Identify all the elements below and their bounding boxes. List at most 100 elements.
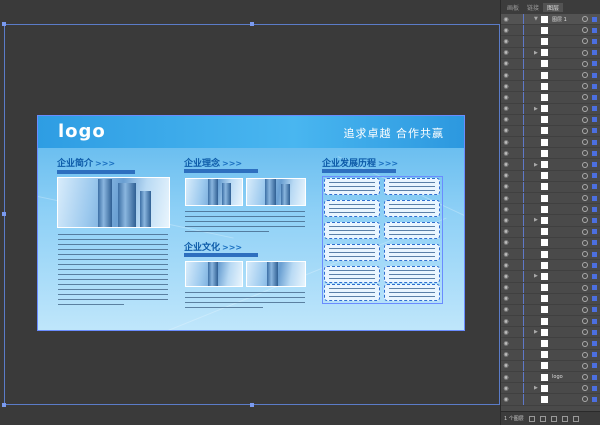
selection-indicator[interactable] (592, 251, 597, 257)
layer-row[interactable]: ◉ (501, 137, 600, 149)
philosophy-photo-right[interactable] (246, 178, 306, 206)
visibility-eye-icon[interactable]: ◉ (501, 217, 511, 224)
selection-indicator[interactable] (592, 72, 597, 78)
new-sublayer-icon[interactable] (550, 415, 557, 422)
canvas-area[interactable]: logo 追求卓越 合作共赢 企业简介 >>> 企业理念 >>> 企业文化 >>… (0, 0, 500, 425)
selection-bounding-box[interactable] (322, 176, 443, 304)
target-circle-icon[interactable] (582, 38, 588, 45)
visibility-eye-icon[interactable]: ◉ (501, 262, 511, 269)
target-circle-icon[interactable] (582, 374, 588, 381)
layer-row[interactable]: ◉ ▶ (501, 215, 600, 227)
selection-indicator[interactable] (592, 61, 597, 67)
selection-indicator[interactable] (592, 240, 597, 246)
expand-toggle-icon[interactable]: ▶ (534, 106, 538, 112)
target-circle-icon[interactable] (582, 385, 588, 392)
selection-indicator[interactable] (592, 396, 597, 402)
visibility-eye-icon[interactable]: ◉ (501, 139, 511, 146)
selection-handle[interactable] (250, 403, 254, 407)
target-circle-icon[interactable] (582, 396, 588, 403)
layer-row[interactable]: ◉ (501, 114, 600, 126)
tab-layers[interactable]: 图层 (543, 2, 564, 12)
target-circle-icon[interactable] (582, 362, 588, 369)
selection-indicator[interactable] (592, 329, 597, 335)
expand-toggle-icon[interactable]: ▶ (534, 162, 538, 168)
target-circle-icon[interactable] (582, 116, 588, 123)
tab-links[interactable]: 链接 (523, 3, 543, 12)
visibility-eye-icon[interactable]: ◉ (501, 228, 511, 235)
layer-row[interactable]: ◉ (501, 125, 600, 138)
selection-indicator[interactable] (592, 27, 597, 33)
layer-row[interactable]: ◉ ▶ (501, 271, 600, 283)
target-circle-icon[interactable] (582, 351, 588, 358)
target-circle-icon[interactable] (582, 228, 588, 235)
target-circle-icon[interactable] (582, 83, 588, 90)
selection-handle[interactable] (2, 212, 6, 216)
selection-indicator[interactable] (592, 341, 597, 347)
layer-row[interactable]: ◉ (501, 293, 600, 305)
selection-indicator[interactable] (592, 285, 597, 291)
tab-artboards[interactable]: 画板 (503, 3, 523, 12)
expand-toggle-icon[interactable]: ▶ (534, 50, 538, 56)
layer-row[interactable]: ◉ ▶ (501, 103, 600, 115)
selection-indicator[interactable] (592, 139, 597, 145)
layer-row[interactable]: ◉ (501, 181, 600, 193)
section-title-history[interactable]: 企业发展历程 >>> (322, 156, 398, 169)
culture-photo-left[interactable] (185, 261, 243, 287)
layer-row[interactable]: ◉ (501, 349, 600, 361)
layer-row[interactable]: ◉ ▶ (501, 327, 600, 339)
section-title-intro[interactable]: 企业简介 >>> (57, 156, 115, 169)
layer-row[interactable]: ◉ (501, 226, 600, 238)
selection-indicator[interactable] (592, 318, 597, 324)
selection-handle[interactable] (2, 403, 6, 407)
target-circle-icon[interactable] (582, 306, 588, 313)
philosophy-text-block[interactable] (185, 211, 305, 237)
selection-indicator[interactable] (592, 352, 597, 358)
visibility-eye-icon[interactable]: ◉ (501, 206, 511, 213)
brochure-artwork[interactable]: logo 追求卓越 合作共赢 企业简介 >>> 企业理念 >>> 企业文化 >>… (37, 115, 465, 331)
new-layer-icon[interactable] (561, 415, 568, 422)
selection-indicator[interactable] (592, 50, 597, 56)
visibility-eye-icon[interactable]: ◉ (501, 306, 511, 313)
selection-indicator[interactable] (592, 262, 597, 268)
target-circle-icon[interactable] (582, 105, 588, 112)
section-title-philosophy[interactable]: 企业理念 >>> (184, 156, 242, 169)
layer-row[interactable]: ◉ (501, 148, 600, 160)
culture-text-block[interactable] (185, 292, 305, 316)
expand-toggle-icon[interactable]: ▶ (534, 385, 538, 391)
visibility-eye-icon[interactable]: ◉ (501, 49, 511, 56)
selection-indicator[interactable] (592, 273, 597, 279)
selection-indicator[interactable] (592, 206, 597, 212)
visibility-eye-icon[interactable]: ◉ (501, 295, 511, 302)
target-circle-icon[interactable] (582, 329, 588, 336)
visibility-eye-icon[interactable]: ◉ (501, 172, 511, 179)
selection-indicator[interactable] (592, 184, 597, 190)
target-circle-icon[interactable] (582, 206, 588, 213)
layer-row[interactable]: ◉ logo (501, 372, 600, 384)
visibility-eye-icon[interactable]: ◉ (501, 150, 511, 157)
target-circle-icon[interactable] (582, 49, 588, 56)
target-circle-icon[interactable] (582, 217, 588, 224)
target-circle-icon[interactable] (582, 94, 588, 101)
visibility-eye-icon[interactable]: ◉ (501, 38, 511, 45)
selection-indicator[interactable] (592, 162, 597, 168)
selection-indicator[interactable] (592, 363, 597, 369)
expand-toggle-icon[interactable]: ▶ (534, 217, 538, 223)
target-circle-icon[interactable] (582, 295, 588, 302)
visibility-eye-icon[interactable]: ◉ (501, 340, 511, 347)
layer-group-row[interactable]: ◉ ▼ 图层 1 (501, 14, 600, 26)
selection-indicator[interactable] (592, 150, 597, 156)
intro-text-block[interactable] (58, 234, 168, 314)
layer-row[interactable]: ◉ (501, 204, 600, 216)
layer-row[interactable]: ◉ (501, 58, 600, 70)
visibility-eye-icon[interactable]: ◉ (501, 16, 511, 23)
visibility-eye-icon[interactable]: ◉ (501, 27, 511, 34)
brochure-logo[interactable]: logo (58, 121, 106, 142)
layer-row[interactable]: ◉ (501, 193, 600, 205)
visibility-eye-icon[interactable]: ◉ (501, 385, 511, 392)
visibility-eye-icon[interactable]: ◉ (501, 116, 511, 123)
layer-row[interactable]: ◉ (501, 260, 600, 272)
target-circle-icon[interactable] (582, 72, 588, 79)
target-circle-icon[interactable] (582, 60, 588, 67)
visibility-eye-icon[interactable]: ◉ (501, 329, 511, 336)
layer-row[interactable]: ◉ (501, 237, 600, 249)
